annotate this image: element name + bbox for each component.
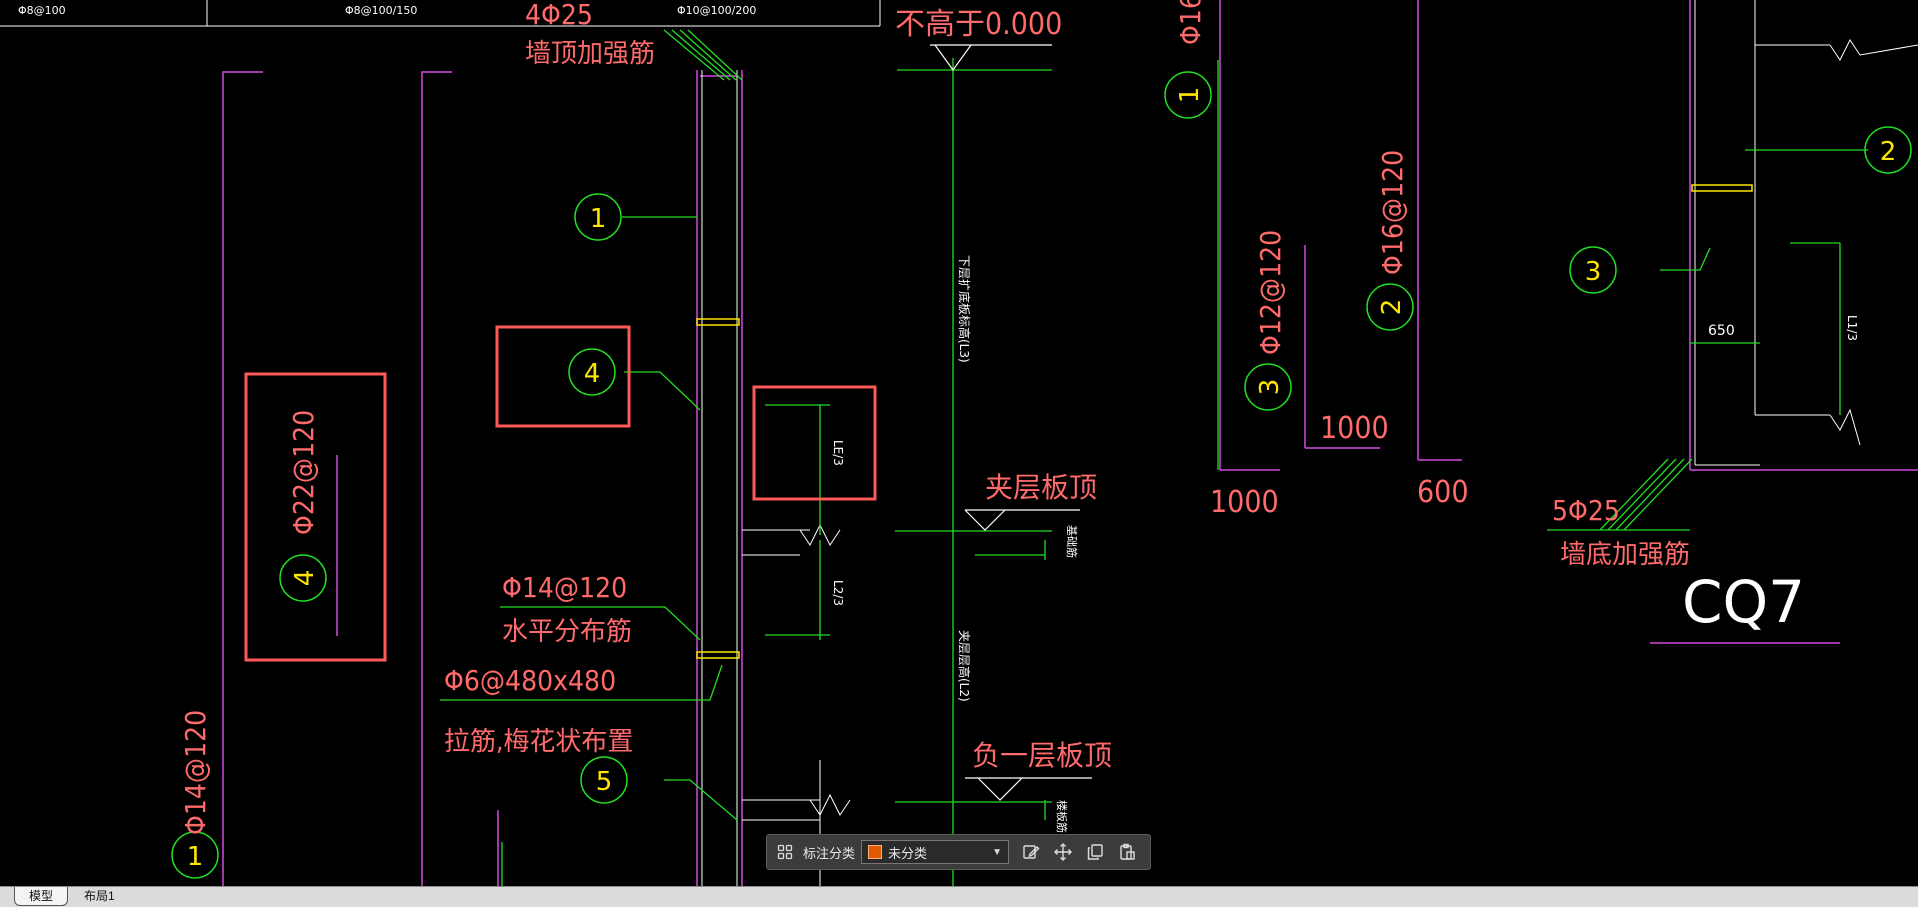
rebar-couplers <box>696 184 1753 659</box>
header-cell-2: Φ8@100/150 <box>345 4 417 17</box>
bottom-rebar-text: 5Φ25 <box>1552 494 1620 527</box>
tie-bar-note: 拉筋,梅花状布置 <box>444 727 633 757</box>
top-rebar-text: 4Φ25 <box>525 0 593 31</box>
small-note-1: 基础筋 <box>1065 525 1079 558</box>
horiz-bar-text: Φ14@120 <box>502 571 627 604</box>
category-color-swatch <box>868 845 883 859</box>
category-dropdown[interactable]: 未分类 ▼ <box>861 840 1010 864</box>
category-value: 未分类 <box>888 845 928 861</box>
dim-650: 650 <box>1708 323 1735 339</box>
green-leaders <box>440 29 1868 886</box>
marker-1b-label: 1 <box>187 842 204 872</box>
wall-lines-white <box>701 0 1918 886</box>
box-bar-text: Φ22@120 <box>287 410 320 535</box>
grid-icon[interactable] <box>773 840 797 864</box>
elevation-symbols <box>930 44 1092 801</box>
marker-3b-label: 3 <box>1255 379 1285 396</box>
horiz-bar-note: 水平分布筋 <box>502 617 632 647</box>
left-bar-text: Φ14@120 <box>179 710 212 835</box>
marker-1-label: 1 <box>590 204 607 234</box>
paste-icon[interactable] <box>1115 840 1139 864</box>
cad-drawing-canvas[interactable]: Φ8@100 Φ8@100/150 Φ10@100/200 1 4 5 1 2 … <box>0 0 1918 886</box>
wall-id-label: CQ7 <box>1682 568 1805 636</box>
marker-4b-label: 4 <box>290 570 320 587</box>
marker-1c-label: 1 <box>1175 87 1205 104</box>
dim-1000-a: 1000 <box>1210 485 1279 520</box>
header-cell-1: Φ8@100 <box>18 4 66 17</box>
right-bar-2-text: Φ16@120 <box>1376 150 1409 275</box>
marker-5-label: 5 <box>596 767 613 797</box>
header-cell-3: Φ10@100/200 <box>677 4 756 17</box>
tie-bar-text: Φ6@480x480 <box>444 664 616 697</box>
dim-600: 600 <box>1417 475 1469 510</box>
bottom-rebar-note: 墙底加强筋 <box>1560 540 1690 570</box>
chevron-down-icon: ▼ <box>992 846 1003 858</box>
edit-icon[interactable] <box>1019 840 1043 864</box>
lae-label-3: L1/3 <box>1845 315 1859 341</box>
vertical-note-2: 夹层层高(L2) <box>957 630 972 702</box>
category-label: 标注分类 <box>803 845 856 861</box>
move-icon[interactable] <box>1051 840 1075 864</box>
tab-model[interactable]: 模型 <box>14 887 69 906</box>
basement-label: 负一层板顶 <box>972 739 1112 772</box>
mezzanine-label: 夹层板顶 <box>985 471 1097 504</box>
vertical-note-1: 下层扩底板标高(L3) <box>957 255 972 363</box>
marker-4-label: 4 <box>584 359 601 389</box>
dim-1000-b: 1000 <box>1320 411 1389 446</box>
tab-layout1[interactable]: 布局1 <box>70 887 129 905</box>
right-bar-top-text: Φ16@ <box>1174 0 1207 45</box>
highlight-box-lae <box>752 385 877 501</box>
highlight-box-marker4 <box>495 325 631 428</box>
marker-3-label: 3 <box>1585 257 1602 287</box>
lae-label-2: L2/3 <box>831 580 845 606</box>
marker-2b-label: 2 <box>1377 299 1407 316</box>
small-note-2: 楼板筋 <box>1055 800 1069 833</box>
right-bar-3-text: Φ12@120 <box>1254 230 1287 355</box>
elevation-top-text: 不高于0.000 <box>895 7 1062 42</box>
copy-icon[interactable] <box>1083 840 1107 864</box>
top-rebar-note: 墙顶加强筋 <box>525 39 655 69</box>
marker-2-label: 2 <box>1880 137 1897 167</box>
annotation-toolbar: 标注分类 未分类 ▼ <box>766 834 1151 870</box>
layout-tab-bar: 模型 布局1 <box>0 886 1918 907</box>
lae-label-1: LE/3 <box>831 440 845 466</box>
